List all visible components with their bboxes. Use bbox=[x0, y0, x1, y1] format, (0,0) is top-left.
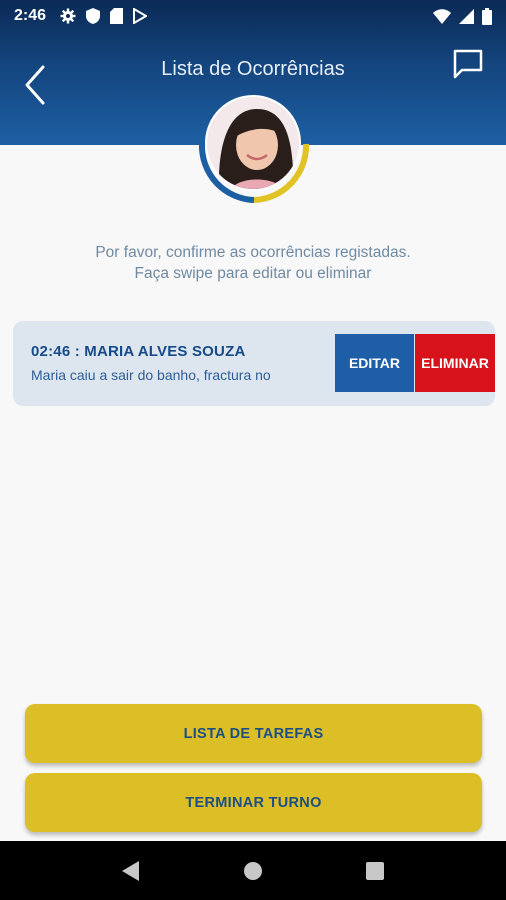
wifi-icon bbox=[433, 8, 451, 24]
chat-bubble-icon bbox=[453, 49, 483, 79]
status-bar: 2:46 bbox=[0, 0, 506, 32]
nav-back-icon bbox=[122, 860, 139, 881]
edit-button[interactable]: EDITAR bbox=[335, 334, 414, 392]
status-time: 2:46 bbox=[14, 7, 47, 24]
avatar-photo bbox=[207, 97, 299, 189]
nav-recents-icon bbox=[366, 861, 384, 880]
chat-button[interactable] bbox=[452, 48, 488, 82]
shield-icon bbox=[86, 8, 101, 24]
sim-card-icon bbox=[110, 8, 124, 24]
nav-home-icon bbox=[244, 861, 262, 880]
delete-button[interactable]: ELIMINAR bbox=[415, 334, 495, 392]
end-shift-button[interactable]: TERMINAR TURNO bbox=[25, 773, 482, 832]
occurrence-title: 02:46 : MARIA ALVES SOUZA bbox=[31, 343, 246, 360]
system-navigation-bar bbox=[0, 841, 506, 900]
nav-recents-button[interactable] bbox=[360, 856, 390, 886]
instructions-line-2: Faça swipe para editar ou eliminar bbox=[134, 265, 372, 282]
nav-home-button[interactable] bbox=[238, 856, 268, 886]
play-store-icon bbox=[133, 8, 148, 24]
nav-back-button[interactable] bbox=[116, 856, 146, 886]
cellular-signal-icon bbox=[459, 8, 474, 24]
task-list-button[interactable]: LISTA DE TAREFAS bbox=[25, 704, 482, 763]
profile-avatar[interactable] bbox=[193, 92, 315, 204]
page-title: Lista de Ocorrências bbox=[161, 58, 345, 80]
gear-icon bbox=[60, 8, 76, 24]
instructions-text: Por favor, confirme as ocorrências regis… bbox=[0, 242, 506, 284]
avatar bbox=[205, 95, 301, 191]
occurrence-list-item[interactable]: 02:46 : MARIA ALVES SOUZA Maria caiu a s… bbox=[13, 321, 495, 406]
occurrence-description: Maria caiu a sair do banho, fractura no bbox=[31, 367, 271, 383]
instructions-line-1: Por favor, confirme as ocorrências regis… bbox=[95, 244, 411, 261]
battery-icon bbox=[482, 7, 492, 25]
